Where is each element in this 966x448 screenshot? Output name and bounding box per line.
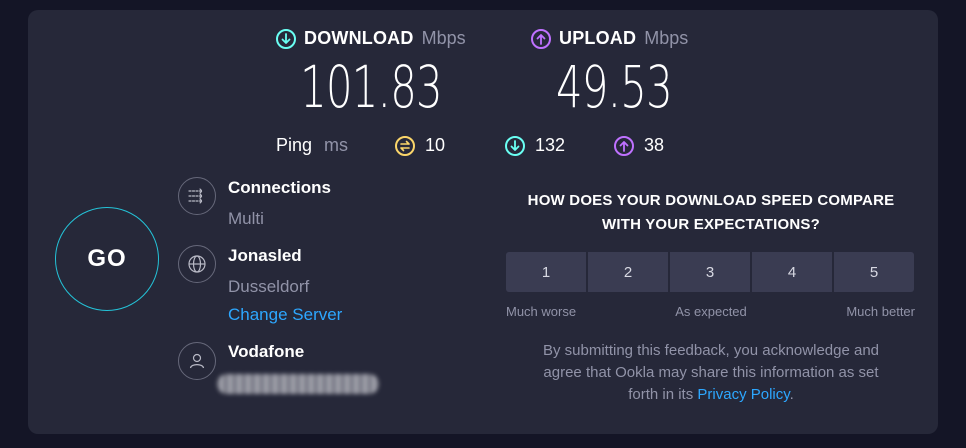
ping-download-value: 132	[535, 135, 566, 155]
globe-icon	[178, 245, 216, 283]
provider-name: Vodafone	[228, 342, 305, 361]
download-value: 101.83	[300, 53, 443, 121]
download-header: DOWNLOAD Mbps	[276, 28, 466, 49]
survey-question-line1: HOW DOES YOUR DOWNLOAD SPEED COMPARE	[527, 192, 895, 209]
user-icon	[178, 342, 216, 380]
disclaimer-line3-prefix: forth in its	[628, 386, 698, 403]
survey-question: HOW DOES YOUR DOWNLOAD SPEED COMPARE WIT…	[505, 189, 917, 237]
rating-option-3[interactable]: 3	[670, 252, 750, 292]
rating-option-4[interactable]: 4	[752, 252, 832, 292]
download-arrow-icon	[276, 28, 296, 49]
rating-scale: 1 2 3 4 5	[506, 252, 914, 292]
server-location: Dusseldorf	[228, 277, 310, 296]
rating-option-2[interactable]: 2	[588, 252, 668, 292]
connections-title: Connections	[228, 178, 331, 197]
download-latency-icon	[505, 135, 525, 156]
ping-download: 132	[505, 135, 565, 156]
download-unit: Mbps	[421, 28, 466, 48]
go-button[interactable]: GO	[55, 207, 159, 311]
upload-value: 49.53	[556, 53, 673, 121]
ping-label: Ping	[276, 135, 313, 155]
idle-latency-icon	[395, 135, 415, 156]
upload-arrow-icon	[531, 28, 551, 49]
rating-option-5[interactable]: 5	[834, 252, 914, 292]
upload-label: UPLOAD	[559, 28, 637, 48]
upload-latency-icon	[614, 135, 634, 156]
ping-idle: 10	[395, 135, 445, 156]
server-name: Jonasled	[228, 246, 302, 265]
redacted-ip-address	[217, 374, 379, 394]
upload-header: UPLOAD Mbps	[531, 28, 688, 49]
upload-unit: Mbps	[644, 28, 689, 48]
disclaimer-line2: agree that Ookla may share this informat…	[543, 364, 879, 381]
scale-label-low: Much worse	[506, 304, 577, 319]
download-label: DOWNLOAD	[304, 28, 414, 48]
change-server-link[interactable]: Change Server	[228, 305, 342, 325]
connections-value: Multi	[228, 209, 264, 228]
rating-option-1[interactable]: 1	[506, 252, 586, 292]
ping-upload: 38	[614, 135, 664, 156]
ping-idle-value: 10	[425, 135, 446, 155]
disclaimer-line3: forth in its Privacy Policy.	[497, 384, 925, 406]
disclaimer-line3-suffix: .	[789, 386, 794, 403]
survey-question-line2: WITH YOUR EXPECTATIONS?	[602, 216, 820, 233]
connections-icon	[178, 177, 216, 215]
disclaimer-line1: By submitting this feedback, you acknowl…	[542, 342, 880, 359]
ping-unit: ms	[324, 135, 349, 155]
ping-upload-value: 38	[644, 135, 665, 155]
privacy-policy-link[interactable]: Privacy Policy	[697, 386, 789, 403]
ping-row: Ping ms	[276, 135, 348, 156]
feedback-disclaimer: By submitting this feedback, you acknowl…	[497, 340, 925, 406]
scale-label-high: Much better	[846, 304, 915, 319]
